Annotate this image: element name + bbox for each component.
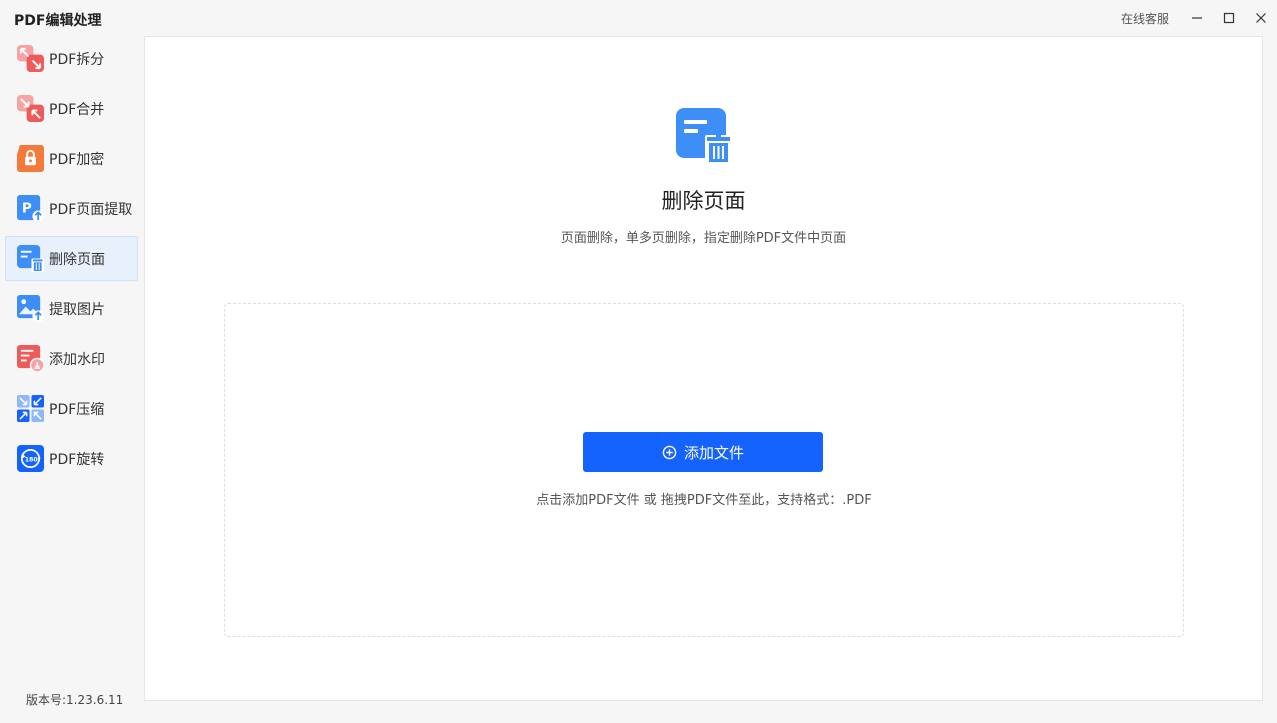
extract-image-icon bbox=[17, 295, 44, 322]
watermark-icon bbox=[17, 345, 44, 372]
sidebar-item-label: PDF合并 bbox=[49, 101, 105, 118]
compress-icon bbox=[17, 395, 44, 422]
version-label: 版本号:1.23.6.11 bbox=[26, 693, 124, 707]
sidebar-item-label: PDF压缩 bbox=[49, 401, 105, 418]
sidebar-item-label: PDF拆分 bbox=[49, 51, 105, 68]
file-dropzone[interactable]: 添加文件 点击添加PDF文件 或 拖拽PDF文件至此，支持格式：.PDF bbox=[224, 303, 1184, 637]
sidebar: PDF拆分 PDF合并 PDF加密 P PDF页面提取 删除页面 提取图片 添加… bbox=[0, 36, 144, 723]
sidebar-item-label: PDF旋转 bbox=[49, 451, 105, 468]
minimize-icon bbox=[1192, 17, 1202, 19]
sidebar-item-pdf-page-extract[interactable]: P PDF页面提取 bbox=[5, 186, 138, 231]
sidebar-item-label: PDF页面提取 bbox=[49, 201, 133, 218]
plus-circle-icon bbox=[662, 445, 677, 459]
delete-page-icon bbox=[17, 245, 44, 272]
main-panel: 删除页面 页面删除，单多页删除，指定删除PDF文件中页面 添加文件 点击添加PD… bbox=[144, 36, 1263, 701]
sidebar-item-add-watermark[interactable]: 添加水印 bbox=[5, 336, 138, 381]
sidebar-item-pdf-encrypt[interactable]: PDF加密 bbox=[5, 136, 138, 181]
close-icon bbox=[1256, 13, 1266, 23]
page-title: 删除页面 bbox=[661, 189, 746, 213]
svg-text:180°: 180° bbox=[25, 455, 41, 463]
close-button[interactable] bbox=[1245, 0, 1277, 36]
sidebar-item-extract-image[interactable]: 提取图片 bbox=[5, 286, 138, 331]
sidebar-item-pdf-rotate[interactable]: 180° PDF旋转 bbox=[5, 436, 138, 481]
online-service-link[interactable]: 在线客服 bbox=[1121, 10, 1169, 27]
sidebar-item-label: 提取图片 bbox=[49, 301, 105, 318]
page-extract-icon: P bbox=[17, 195, 44, 222]
delete-page-icon bbox=[676, 108, 732, 164]
page-description: 页面删除，单多页删除，指定删除PDF文件中页面 bbox=[560, 231, 847, 246]
svg-text:P: P bbox=[22, 200, 32, 216]
app-title: PDF编辑处理 bbox=[14, 13, 102, 29]
merge-icon bbox=[17, 95, 44, 122]
add-file-button[interactable]: 添加文件 bbox=[583, 432, 823, 472]
sidebar-item-pdf-split[interactable]: PDF拆分 bbox=[5, 36, 138, 81]
sidebar-item-label: 添加水印 bbox=[49, 351, 105, 368]
sidebar-item-label: 删除页面 bbox=[49, 251, 105, 268]
sidebar-item-pdf-merge[interactable]: PDF合并 bbox=[5, 86, 138, 131]
add-file-label: 添加文件 bbox=[683, 443, 744, 462]
lock-icon bbox=[17, 145, 44, 172]
sidebar-item-delete-page[interactable]: 删除页面 bbox=[5, 236, 138, 281]
maximize-icon bbox=[1223, 12, 1235, 24]
drop-hint: 点击添加PDF文件 或 拖拽PDF文件至此，支持格式：.PDF bbox=[536, 493, 872, 508]
sidebar-item-label: PDF加密 bbox=[49, 151, 105, 168]
title-bar: PDF编辑处理 在线客服 bbox=[0, 0, 1277, 36]
maximize-button[interactable] bbox=[1213, 0, 1245, 36]
minimize-button[interactable] bbox=[1181, 0, 1213, 36]
rotate-icon: 180° bbox=[17, 445, 44, 472]
window-controls: 在线客服 bbox=[1121, 0, 1277, 36]
split-icon bbox=[17, 45, 44, 72]
sidebar-item-pdf-compress[interactable]: PDF压缩 bbox=[5, 386, 138, 431]
